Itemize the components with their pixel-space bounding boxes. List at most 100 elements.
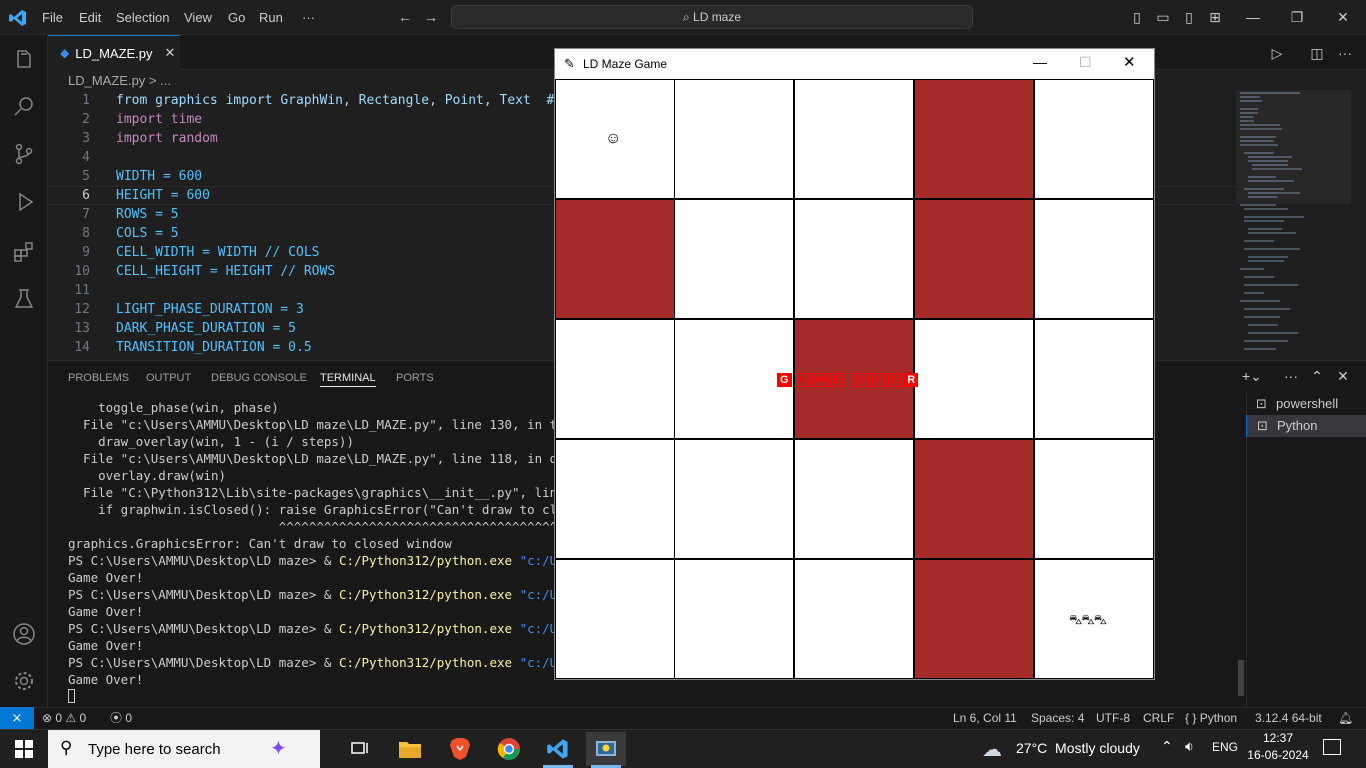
terminal-output: Game Over!	[68, 672, 144, 687]
brave-browser-icon[interactable]	[440, 732, 480, 766]
notifications-bell-icon[interactable]: 🔔︎	[1338, 707, 1353, 729]
menu-go[interactable]: Go	[220, 0, 253, 35]
close-panel-icon[interactable]: ✕	[1334, 367, 1352, 385]
tab-ld-maze[interactable]: ◆ LD_MAZE.py ✕	[48, 35, 180, 70]
warning-count: 0	[79, 711, 87, 725]
search-icon[interactable]	[8, 90, 40, 122]
line-number: 9	[82, 245, 90, 260]
forward-arrow-icon[interactable]: →	[422, 8, 440, 26]
manage-gear-icon[interactable]	[8, 665, 40, 697]
chrome-icon[interactable]	[489, 732, 529, 766]
toggle-panel-icon[interactable]: ▭	[1154, 8, 1172, 26]
menu-selection[interactable]: Selection	[108, 0, 177, 35]
line-number: 3	[82, 131, 90, 146]
tab-output[interactable]: OUTPUT	[146, 369, 191, 387]
split-editor-icon[interactable]: ◫	[1308, 44, 1326, 62]
terminal-item-python[interactable]: ⊡ Python	[1246, 415, 1366, 437]
encoding[interactable]: UTF-8	[1096, 707, 1130, 729]
vscode-taskbar-icon[interactable]	[538, 732, 578, 766]
game-maximize-icon[interactable]: ☐	[1079, 54, 1092, 71]
menu-view[interactable]: View	[176, 0, 220, 35]
close-tab-icon[interactable]: ✕	[165, 45, 176, 61]
run-python-icon[interactable]: ▷	[1268, 44, 1286, 62]
testing-flask-icon[interactable]	[8, 283, 40, 315]
more-actions-icon[interactable]: ···	[1336, 44, 1354, 62]
restore-icon[interactable]: ❐	[1288, 8, 1306, 26]
breadcrumb[interactable]: LD_MAZE.py > ...	[68, 72, 171, 90]
code-line: from graphics import GraphWin, Rectangle…	[116, 93, 555, 108]
menu-more[interactable]: ···	[294, 0, 323, 35]
tab-problems[interactable]: PROBLEMS	[68, 369, 129, 387]
close-icon[interactable]: ✕	[1334, 8, 1352, 26]
vscode-logo-icon	[9, 10, 26, 26]
menu-run[interactable]: Run	[251, 0, 291, 35]
clock-time[interactable]: 12:37	[1250, 731, 1306, 745]
tab-label: LD_MAZE.py	[75, 45, 153, 61]
tray-overflow-chevron-icon[interactable]: ⌃	[1161, 738, 1173, 755]
tab-ports[interactable]: PORTS	[396, 369, 434, 387]
maze-cell	[1034, 319, 1154, 439]
problems-indicator[interactable]: ⊗ 0 ⚠ 0	[42, 707, 86, 729]
account-icon[interactable]	[8, 618, 40, 650]
panel-more-icon[interactable]: ···	[1282, 367, 1300, 385]
source-control-icon[interactable]	[8, 138, 40, 170]
line-number: 6	[82, 188, 90, 203]
game-close-icon[interactable]: ✕	[1123, 53, 1136, 71]
minimap[interactable]	[1236, 90, 1351, 356]
python-version[interactable]: 3.12.4 64-bit	[1255, 707, 1322, 729]
terminal-cursor	[68, 689, 75, 703]
command-center-search[interactable]: ⌕ LD maze	[451, 5, 973, 29]
game-minimize-icon[interactable]: —	[1033, 54, 1047, 70]
line-number: 2	[82, 112, 90, 127]
notification-center-icon[interactable]	[1323, 739, 1341, 755]
code-line: WIDTH = 600	[116, 169, 203, 184]
taskbar-search-box[interactable]: ⚲ Type here to search ✦	[48, 730, 320, 768]
extensions-icon[interactable]	[8, 236, 40, 268]
python-app-icon[interactable]	[586, 732, 626, 766]
toggle-sidebar-icon[interactable]: ▯	[1128, 8, 1146, 26]
search-placeholder: Type here to search	[88, 740, 221, 758]
customize-layout-icon[interactable]: ⊞	[1206, 8, 1224, 26]
remote-indicator-icon[interactable]: ⨯	[0, 707, 34, 729]
maze-cell-dark	[555, 199, 675, 319]
maximize-panel-icon[interactable]: ⌃	[1308, 367, 1326, 385]
weather-text[interactable]: 27°C Mostly cloudy	[1016, 740, 1140, 756]
game-over-letter: E	[887, 373, 902, 387]
indentation[interactable]: Spaces: 4	[1031, 707, 1084, 729]
code-line: LIGHT_PHASE_DURATION = 3	[116, 302, 304, 317]
line-ending[interactable]: CRLF	[1143, 707, 1174, 729]
new-terminal-icon[interactable]: +⌄	[1242, 367, 1262, 385]
language-mode[interactable]: { } Python	[1185, 707, 1237, 729]
game-over-letter: A	[794, 373, 809, 387]
maze-cell	[674, 199, 794, 319]
game-over-letter: G	[777, 373, 792, 387]
terminal-item-label: powershell	[1276, 396, 1339, 411]
terminal-scrollbar[interactable]	[1238, 660, 1244, 696]
input-language[interactable]: ENG	[1212, 740, 1238, 754]
windows-start-icon[interactable]	[4, 732, 44, 766]
toggle-secondary-sidebar-icon[interactable]: ▯	[1180, 8, 1198, 26]
volume-icon[interactable]: 🔉︎	[1185, 738, 1194, 755]
run-debug-icon[interactable]	[8, 186, 40, 218]
tab-terminal[interactable]: TERMINAL	[320, 369, 376, 387]
menu-file[interactable]: File	[34, 0, 71, 35]
tab-debug-console[interactable]: DEBUG CONSOLE	[211, 369, 307, 387]
maze-grid[interactable]: ☺ ⛍⛍⛍ G A M E O V E R	[555, 79, 1154, 679]
minimize-icon[interactable]: —	[1244, 8, 1262, 26]
terminal-command-line: PS C:\Users\AMMU\Desktop\LD maze> & C:/P…	[68, 552, 595, 569]
error-count: 0	[55, 711, 63, 725]
game-title: LD Maze Game	[583, 57, 668, 71]
task-view-icon[interactable]	[340, 732, 380, 766]
line-number: 4	[82, 150, 90, 165]
ports-count: 0	[125, 711, 133, 725]
exe-path: C:/Python312/python.exe	[338, 655, 513, 670]
explorer-icon[interactable]	[8, 44, 40, 76]
clock-date[interactable]: 16-06-2024	[1244, 748, 1312, 762]
back-arrow-icon[interactable]: ←	[396, 8, 414, 26]
ports-indicator[interactable]: ⦿ 0	[110, 707, 132, 729]
file-explorer-icon[interactable]	[390, 732, 430, 766]
menu-edit[interactable]: Edit	[71, 0, 109, 35]
exe-path: C:/Python312/python.exe	[338, 621, 513, 636]
terminal-item-powershell[interactable]: ⊡ powershell	[1246, 393, 1366, 415]
cursor-position[interactable]: Ln 6, Col 11	[953, 707, 1017, 729]
